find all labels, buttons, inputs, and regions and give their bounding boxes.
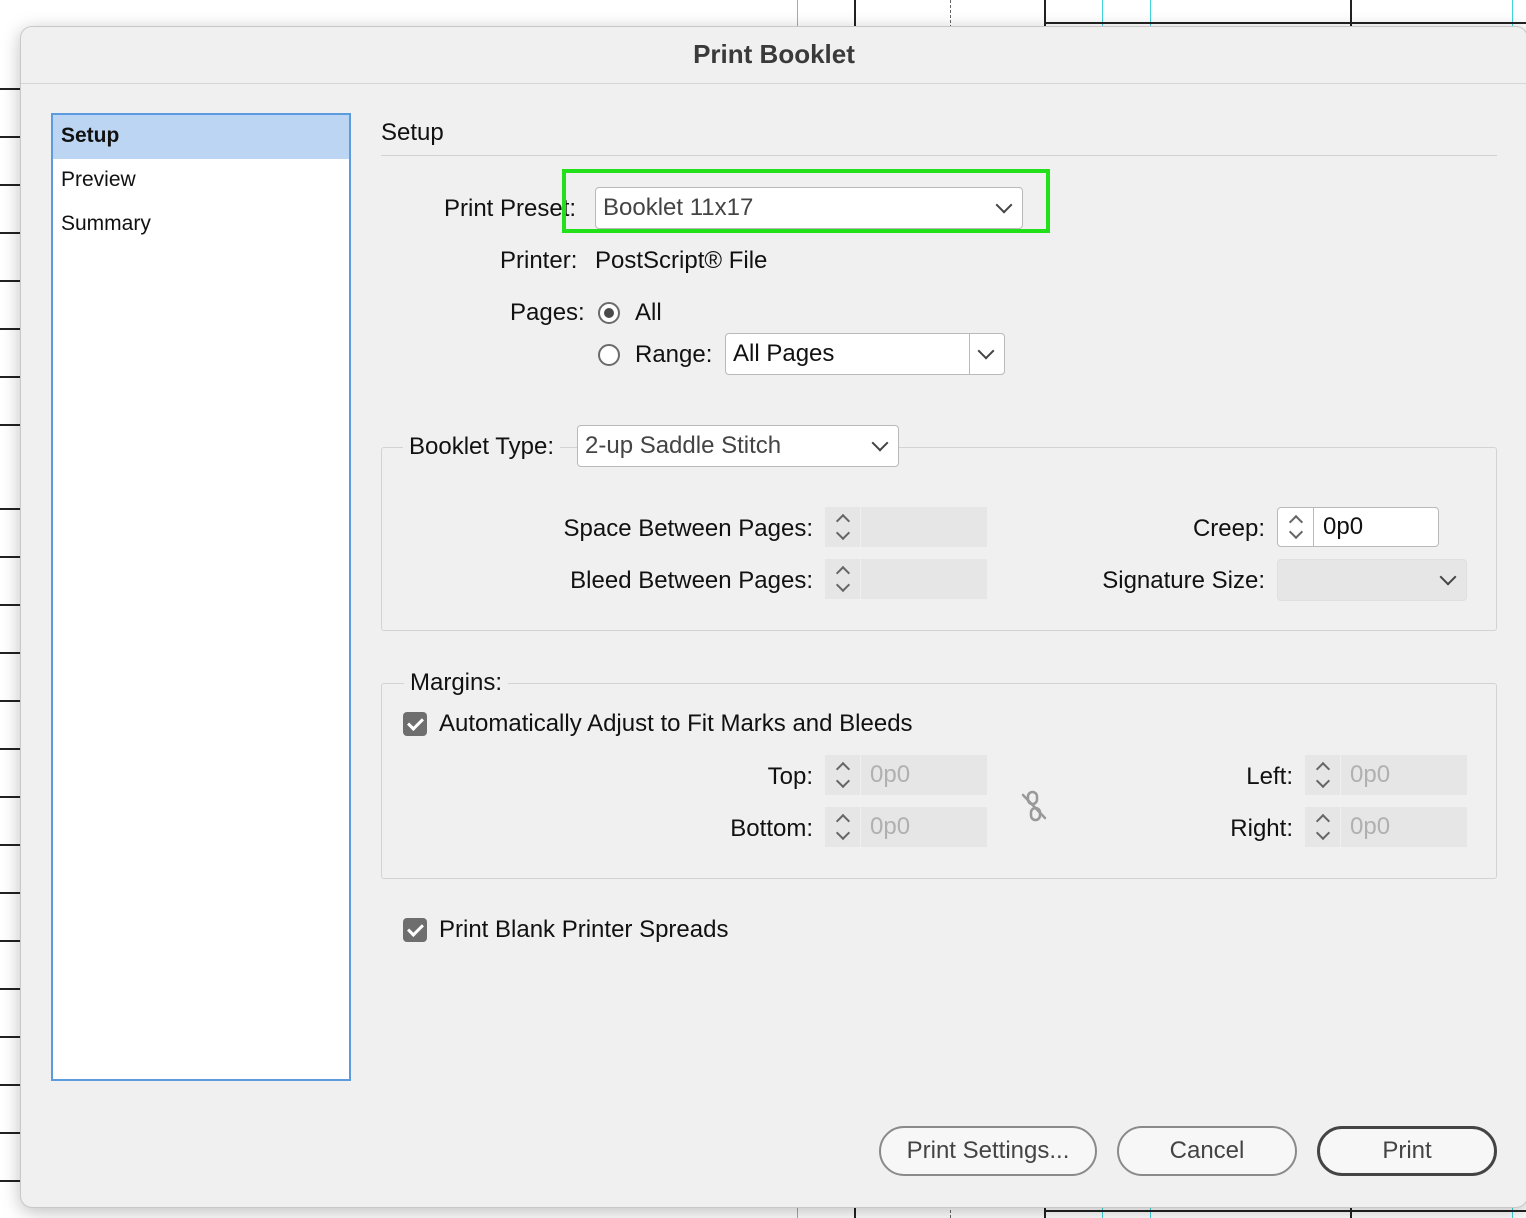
- space-between-pages-field: [861, 507, 987, 547]
- chevron-down-icon: [1439, 568, 1457, 586]
- page-edge: [1046, 22, 1526, 24]
- pages-range-label[interactable]: Range:: [635, 341, 712, 369]
- stepper-arrows-icon: [825, 755, 861, 795]
- margin-right-field: 0p0: [1350, 813, 1391, 840]
- print-button[interactable]: Print: [1317, 1126, 1497, 1176]
- stepper-arrows-icon: [1305, 755, 1341, 795]
- bleed-between-pages-stepper: [825, 559, 987, 599]
- unlink-chain-icon: [1021, 790, 1047, 822]
- margin-left-field: 0p0: [1350, 761, 1391, 788]
- margin-bottom-label: Bottom:: [730, 815, 813, 842]
- margin-right-stepper: 0p0: [1305, 807, 1467, 847]
- booklet-type-dropdown[interactable]: 2-up Saddle Stitch: [577, 425, 899, 467]
- margin-top-stepper: 0p0: [825, 755, 987, 795]
- print-blank-spreads-checkbox[interactable]: [403, 918, 427, 942]
- print-blank-spreads-label[interactable]: Print Blank Printer Spreads: [439, 916, 728, 944]
- booklet-type-value: 2-up Saddle Stitch: [585, 432, 782, 459]
- stepper-arrows-icon: [825, 559, 861, 599]
- stepper-arrows-icon[interactable]: [1278, 508, 1314, 546]
- pages-range-radio[interactable]: [598, 344, 620, 366]
- print-settings-button[interactable]: Print Settings...: [879, 1126, 1097, 1176]
- signature-size-label: Signature Size:: [1102, 567, 1265, 594]
- pages-label: Pages:: [510, 299, 585, 326]
- dialog-title: Print Booklet: [21, 27, 1526, 84]
- bleed-between-pages-label: Bleed Between Pages:: [570, 567, 813, 594]
- section-divider: [381, 155, 1497, 156]
- stepper-arrows-icon: [1305, 807, 1341, 847]
- margin-top-label: Top:: [767, 763, 813, 790]
- sidebar-item-summary[interactable]: Summary: [53, 203, 349, 247]
- page-edge: [1046, 1210, 1526, 1212]
- margin-bottom-field: 0p0: [870, 813, 911, 840]
- chevron-down-icon: [871, 434, 889, 452]
- section-heading: Setup: [381, 119, 444, 146]
- creep-label: Creep:: [1192, 515, 1265, 542]
- margin-top-field: 0p0: [870, 761, 911, 788]
- space-between-pages-stepper: [825, 507, 987, 547]
- booklet-type-label: Booklet Type:: [403, 433, 560, 461]
- auto-adjust-checkbox[interactable]: [403, 712, 427, 736]
- pages-all-radio[interactable]: [598, 302, 620, 324]
- space-between-pages-label: Space Between Pages:: [563, 515, 813, 542]
- margin-bottom-stepper: 0p0: [825, 807, 987, 847]
- page-range-combobox[interactable]: All Pages: [725, 333, 1005, 375]
- margin-left-stepper: 0p0: [1305, 755, 1467, 795]
- pages-all-label[interactable]: All: [635, 299, 662, 327]
- sidebar-list: Setup Preview Summary: [51, 113, 351, 1081]
- stepper-arrows-icon: [825, 807, 861, 847]
- combobox-divider: [969, 334, 970, 374]
- cancel-button[interactable]: Cancel: [1117, 1126, 1297, 1176]
- print-booklet-dialog: Print Booklet Setup Preview Summary Setu…: [20, 26, 1526, 1208]
- sidebar-item-setup[interactable]: Setup: [53, 115, 349, 159]
- margin-left-label: Left:: [1246, 763, 1293, 790]
- signature-size-dropdown: [1277, 559, 1467, 601]
- bleed-between-pages-field: [861, 559, 987, 599]
- page-range-value[interactable]: All Pages: [733, 340, 834, 368]
- chevron-down-icon[interactable]: [977, 342, 995, 360]
- creep-stepper[interactable]: 0p0: [1277, 507, 1439, 547]
- margin-right-label: Right:: [1230, 815, 1293, 842]
- print-preset-label: Print Preset:: [444, 195, 577, 222]
- creep-field[interactable]: 0p0: [1314, 508, 1438, 546]
- sidebar-item-preview[interactable]: Preview: [53, 159, 349, 203]
- highlight-box: [562, 169, 1050, 233]
- margins-label: Margins:: [404, 669, 509, 697]
- stepper-arrows-icon: [825, 507, 861, 547]
- printer-label: Printer:: [500, 247, 578, 274]
- auto-adjust-label[interactable]: Automatically Adjust to Fit Marks and Bl…: [439, 710, 913, 738]
- printer-value: PostScript® File: [595, 247, 768, 274]
